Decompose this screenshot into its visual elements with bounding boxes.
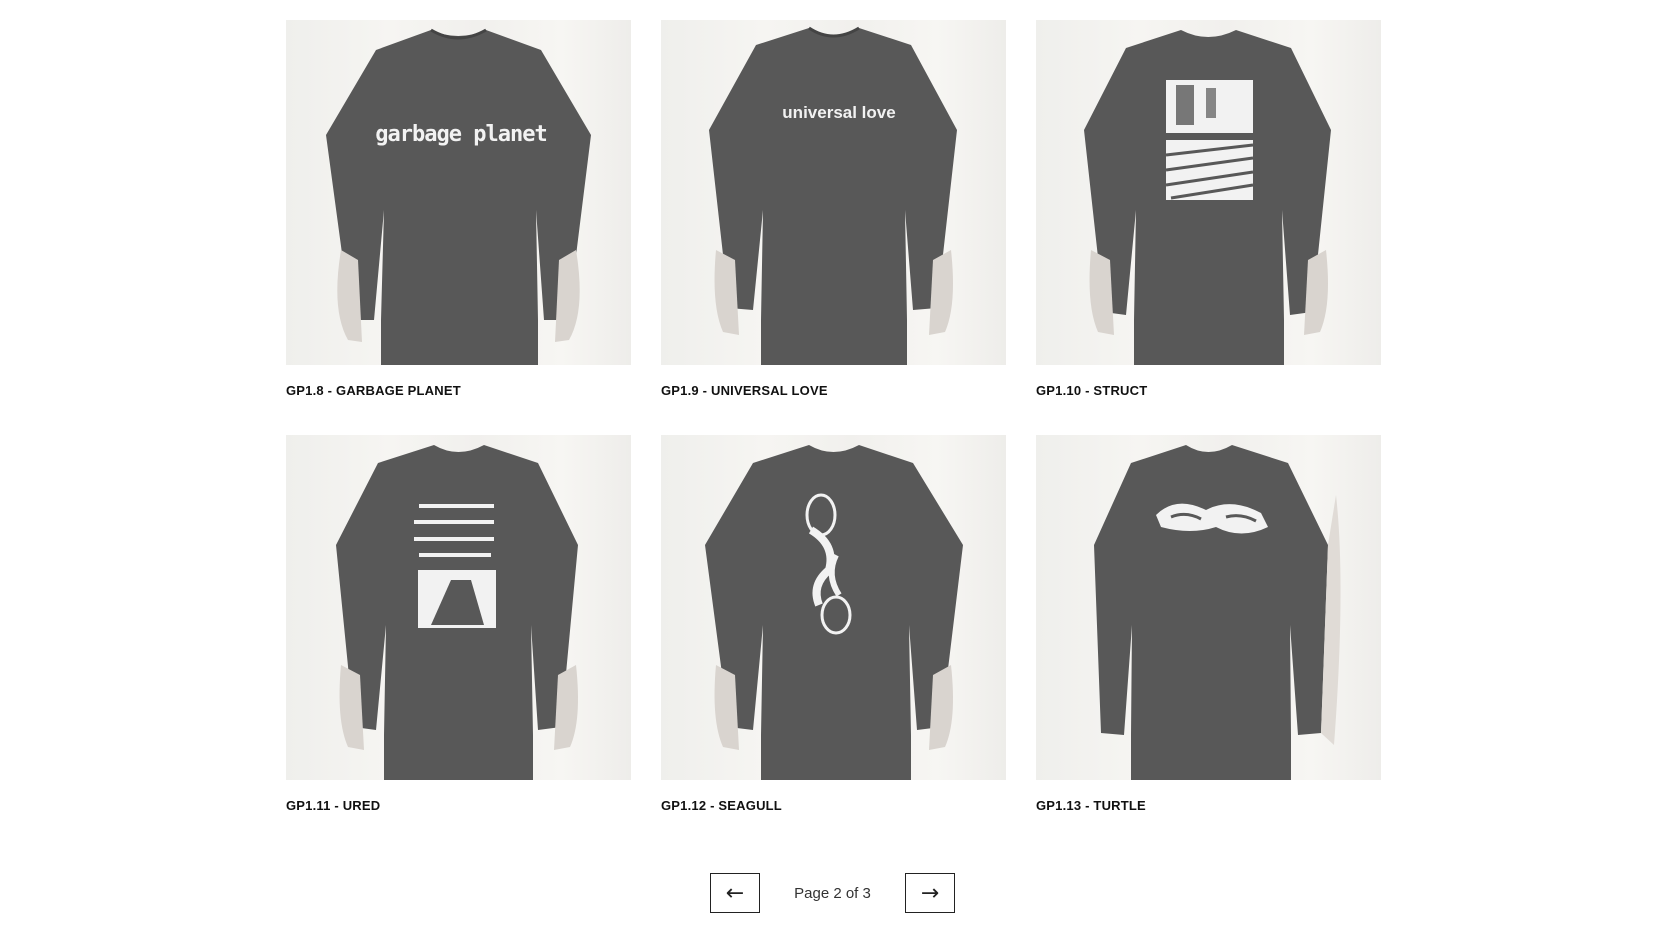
product-title[interactable]: GP1.12 - SEAGULL xyxy=(661,798,1006,850)
product-image[interactable] xyxy=(661,435,1006,780)
arrow-left-icon: ← xyxy=(725,880,745,906)
product-image[interactable] xyxy=(1036,435,1381,780)
product-card-seagull[interactable]: GP1.12 - SEAGULL xyxy=(661,435,1006,850)
print-universal-love: universal love xyxy=(782,103,895,122)
product-card-struct[interactable]: GP1.10 - STRUCT xyxy=(1036,20,1381,435)
product-title[interactable]: GP1.13 - TURTLE xyxy=(1036,798,1381,850)
tshirt-struct-image xyxy=(1084,30,1331,365)
pagination: ← Page 2 of 3 → xyxy=(710,872,955,914)
product-image[interactable]: garbage planet xyxy=(286,20,631,365)
product-card-garbage-planet[interactable]: garbage planet GP1.8 - GARBAGE PLANET xyxy=(286,20,631,435)
next-page-button[interactable]: → xyxy=(905,873,955,913)
product-title[interactable]: GP1.9 - UNIVERSAL LOVE xyxy=(661,383,1006,435)
product-title[interactable]: GP1.8 - GARBAGE PLANET xyxy=(286,383,631,435)
tshirt-universal-love-image: universal love xyxy=(709,26,957,365)
arrow-right-icon: → xyxy=(920,880,940,906)
tshirt-garbage-planet-image: garbage planet xyxy=(326,28,591,365)
tshirt-turtle-image xyxy=(1094,445,1341,780)
product-grid: garbage planet GP1.8 - GARBAGE PLANET un… xyxy=(286,20,1382,850)
product-card-ured[interactable]: GP1.11 - URED xyxy=(286,435,631,850)
page-indicator: Page 2 of 3 xyxy=(794,884,871,902)
product-image[interactable] xyxy=(1036,20,1381,365)
product-image[interactable] xyxy=(286,435,631,780)
product-image[interactable]: universal love xyxy=(661,20,1006,365)
tshirt-ured-image xyxy=(336,445,578,780)
product-title[interactable]: GP1.11 - URED xyxy=(286,798,631,850)
product-title[interactable]: GP1.10 - STRUCT xyxy=(1036,383,1381,435)
previous-page-button[interactable]: ← xyxy=(710,873,760,913)
tshirt-seagull-image xyxy=(705,445,963,780)
product-card-universal-love[interactable]: universal love GP1.9 - UNIVERSAL LOVE xyxy=(661,20,1006,435)
product-card-turtle[interactable]: GP1.13 - TURTLE xyxy=(1036,435,1381,850)
print-garbage-planet: garbage planet xyxy=(375,122,546,147)
